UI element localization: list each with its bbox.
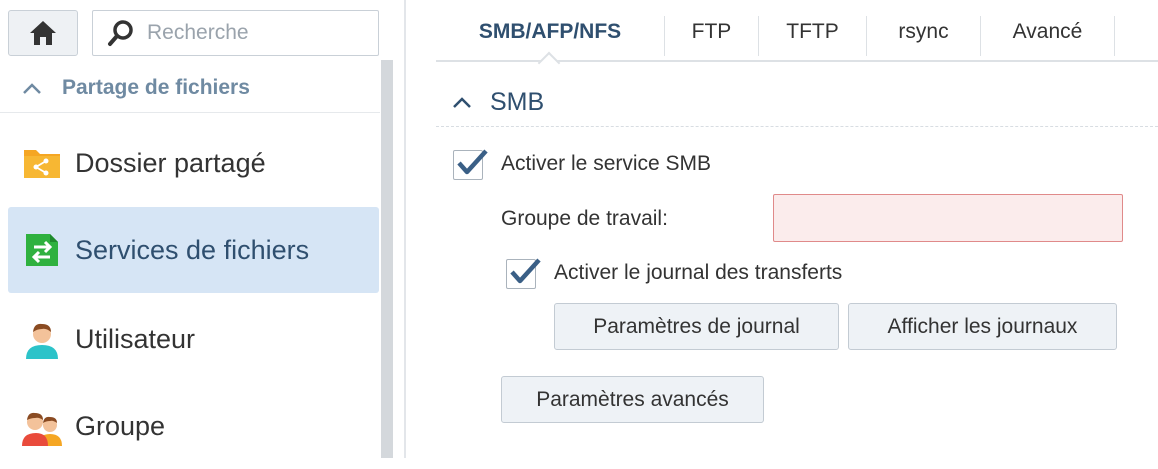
sidebar-scrollbar[interactable] — [381, 60, 393, 458]
sidebar-item-user[interactable]: Utilisateur — [8, 296, 379, 382]
section-header-label: Partage de fichiers — [62, 76, 250, 99]
home-icon — [30, 21, 56, 45]
checkmark-icon — [457, 149, 488, 175]
file-services-icon — [22, 230, 62, 270]
tab-label: FTP — [691, 20, 732, 43]
search-input[interactable] — [145, 20, 369, 46]
group-icon — [22, 406, 62, 446]
workgroup-input[interactable] — [773, 194, 1123, 242]
enable-smb-label: Activer le service SMB — [501, 152, 712, 175]
log-settings-button[interactable]: Paramètres de journal — [554, 303, 839, 350]
advanced-settings-button[interactable]: Paramètres avancés — [501, 376, 764, 423]
chevron-up-icon — [452, 92, 472, 112]
tab-rsync[interactable]: rsync — [867, 8, 980, 56]
smb-section-header[interactable]: SMB — [436, 78, 1158, 127]
search-icon — [107, 19, 135, 47]
workgroup-label: Groupe de travail: — [501, 207, 668, 230]
sidebar: Partage de fichiers Dossier partagé Serv… — [0, 0, 393, 458]
tab-label: rsync — [898, 20, 949, 43]
sidebar-item-label: Groupe — [75, 410, 166, 441]
chevron-up-icon — [22, 78, 42, 98]
checkmark-icon — [510, 258, 541, 284]
button-label: Paramètres avancés — [536, 387, 729, 411]
user-icon — [22, 319, 62, 359]
enable-transfer-log-checkbox[interactable] — [506, 258, 541, 289]
pane-divider — [404, 0, 406, 458]
button-label: Paramètres de journal — [593, 314, 800, 338]
tab-label: Avancé — [1012, 20, 1083, 43]
home-button[interactable] — [8, 10, 78, 56]
tab-bar: SMB/AFP/NFS FTP TFTP rsync Avancé — [436, 8, 1158, 62]
search-field[interactable] — [92, 10, 379, 56]
tab-smb-afp-nfs[interactable]: SMB/AFP/NFS — [436, 8, 664, 56]
enable-smb-checkbox[interactable] — [453, 149, 488, 180]
shared-folder-icon — [22, 143, 62, 183]
section-header-file-sharing[interactable]: Partage de fichiers — [0, 64, 380, 113]
sidebar-item-shared-folder[interactable]: Dossier partagé — [8, 120, 379, 206]
tab-advanced[interactable]: Avancé — [981, 8, 1114, 56]
tab-label: SMB/AFP/NFS — [478, 20, 622, 43]
view-logs-button[interactable]: Afficher les journaux — [848, 303, 1117, 350]
sidebar-item-label: Utilisateur — [75, 323, 196, 354]
sidebar-item-label: Dossier partagé — [75, 147, 266, 178]
button-label: Afficher les journaux — [887, 314, 1078, 338]
sidebar-item-file-services[interactable]: Services de fichiers — [8, 207, 379, 293]
smb-section-title: SMB — [490, 87, 545, 116]
sidebar-item-label: Services de fichiers — [75, 234, 310, 265]
tab-tftp[interactable]: TFTP — [759, 8, 866, 56]
tab-label: TFTP — [786, 20, 839, 43]
tab-ftp[interactable]: FTP — [665, 8, 758, 56]
enable-transfer-log-label: Activer le journal des transferts — [554, 261, 843, 284]
tab-separator — [1114, 16, 1115, 56]
sidebar-item-group[interactable]: Groupe — [8, 383, 379, 469]
